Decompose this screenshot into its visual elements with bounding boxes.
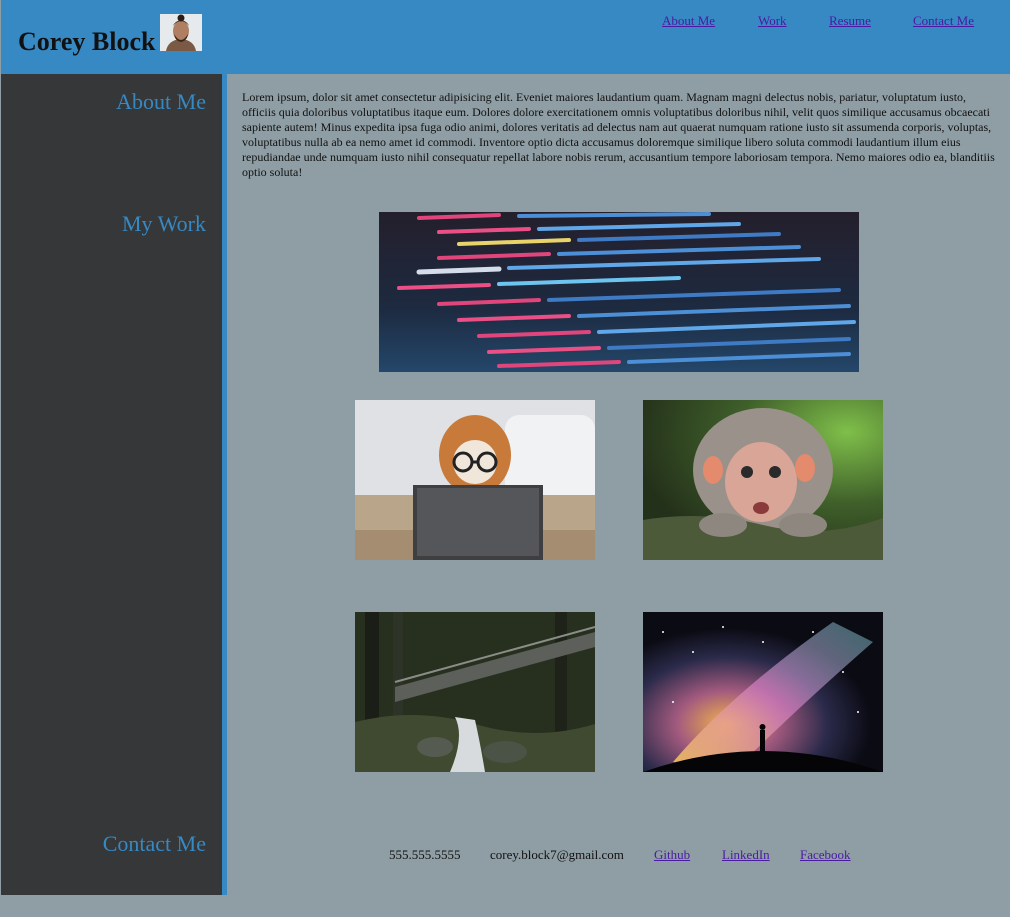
- nav-contact-me-link[interactable]: Contact Me: [913, 13, 974, 29]
- sidebar-item-contact-me[interactable]: Contact Me: [103, 831, 206, 857]
- sidebar-item-my-work[interactable]: My Work: [122, 211, 206, 237]
- footer-facebook-link[interactable]: Facebook: [800, 847, 851, 863]
- sidebar-divider: [222, 74, 227, 895]
- code-banner-image: [379, 212, 859, 372]
- forest-bridge-image: [355, 612, 595, 772]
- nav-about-me-link[interactable]: About Me: [662, 13, 715, 29]
- footer-linkedin-link[interactable]: LinkedIn: [722, 847, 770, 863]
- about-paragraph: Lorem ipsum, dolor sit amet consectetur …: [242, 90, 995, 179]
- nav-resume-link[interactable]: Resume: [829, 13, 871, 29]
- nav-work-link[interactable]: Work: [758, 13, 787, 29]
- monkey-image: [643, 400, 883, 560]
- sidebar: About Me My Work Contact Me: [1, 74, 222, 895]
- sidebar-item-about-me[interactable]: About Me: [116, 89, 206, 115]
- milky-way-image: [643, 612, 883, 772]
- footer-phone: 555.555.5555: [389, 847, 461, 862]
- dog-laptop-image: [355, 400, 595, 560]
- site-header: Corey Block About Me Work Resume Contact…: [1, 0, 1010, 74]
- footer-github-link[interactable]: Github: [654, 847, 690, 863]
- site-title: Corey Block: [18, 27, 156, 56]
- footer-email: corey.block7@gmail.com: [490, 847, 624, 862]
- avatar: [160, 14, 202, 51]
